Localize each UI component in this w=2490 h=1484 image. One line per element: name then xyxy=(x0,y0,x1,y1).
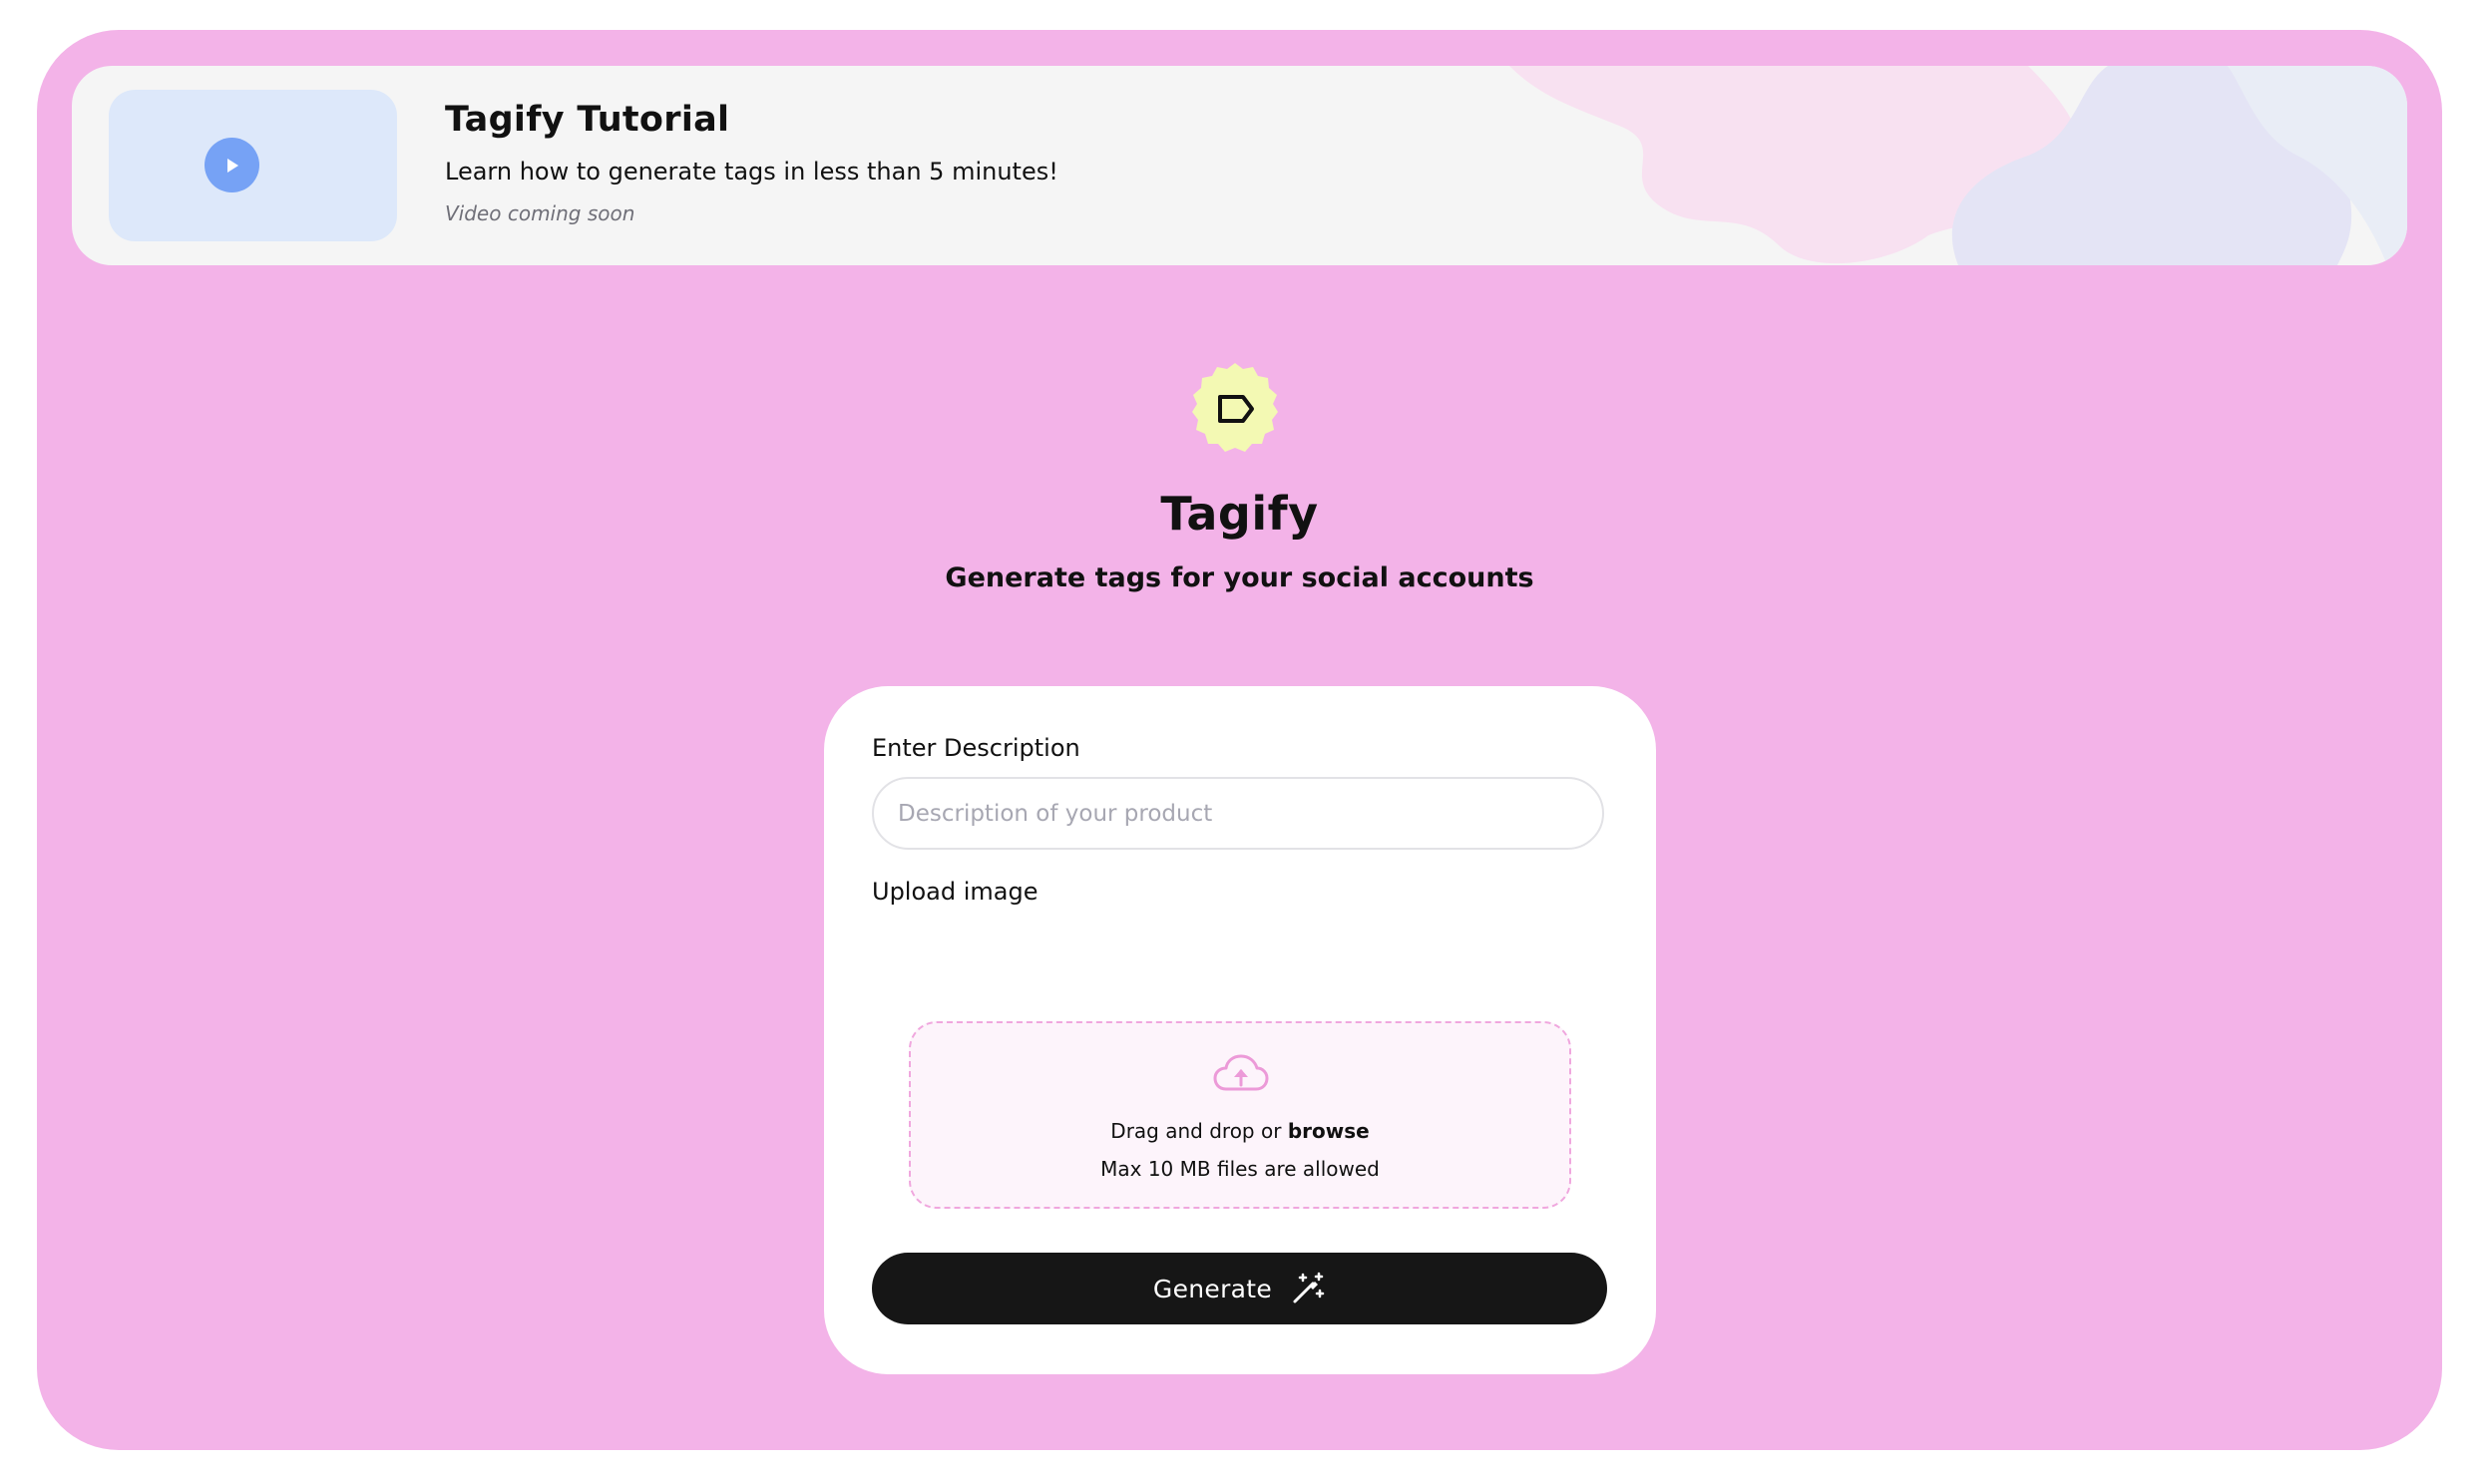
banner-subtitle: Learn how to generate tags in less than … xyxy=(445,158,1058,186)
banner-title: Tagify Tutorial xyxy=(445,100,730,140)
dropzone-instruction: Drag and drop or browse xyxy=(911,1119,1569,1143)
app-background: Tagify Tutorial Learn how to generate ta… xyxy=(37,30,2442,1450)
app-title: Tagify xyxy=(1160,487,1319,541)
drag-text: Drag and drop or xyxy=(1110,1119,1282,1143)
generate-button[interactable]: Generate xyxy=(872,1253,1607,1324)
description-label: Enter Description xyxy=(872,734,1080,762)
form-card: Enter Description Upload image Drag and … xyxy=(824,686,1656,1374)
decorative-blobs xyxy=(1509,66,2407,265)
browse-link[interactable]: browse xyxy=(1288,1119,1370,1143)
image-dropzone[interactable]: Drag and drop or browse Max 10 MB files … xyxy=(909,1021,1571,1209)
generate-label: Generate xyxy=(1152,1274,1273,1303)
upload-label: Upload image xyxy=(872,878,1038,906)
banner-note: Video coming soon xyxy=(445,201,635,225)
magic-wand-icon xyxy=(1293,1272,1325,1303)
description-input[interactable] xyxy=(872,777,1604,850)
play-button[interactable] xyxy=(205,138,259,192)
tag-icon xyxy=(1192,363,1278,452)
dropzone-limit: Max 10 MB files are allowed xyxy=(1100,1157,1380,1181)
tutorial-banner: Tagify Tutorial Learn how to generate ta… xyxy=(72,66,2407,265)
play-icon xyxy=(226,158,238,173)
video-thumbnail[interactable] xyxy=(109,90,397,241)
app-subtitle: Generate tags for your social accounts xyxy=(945,562,1534,593)
cloud-upload-icon xyxy=(1213,1054,1269,1091)
